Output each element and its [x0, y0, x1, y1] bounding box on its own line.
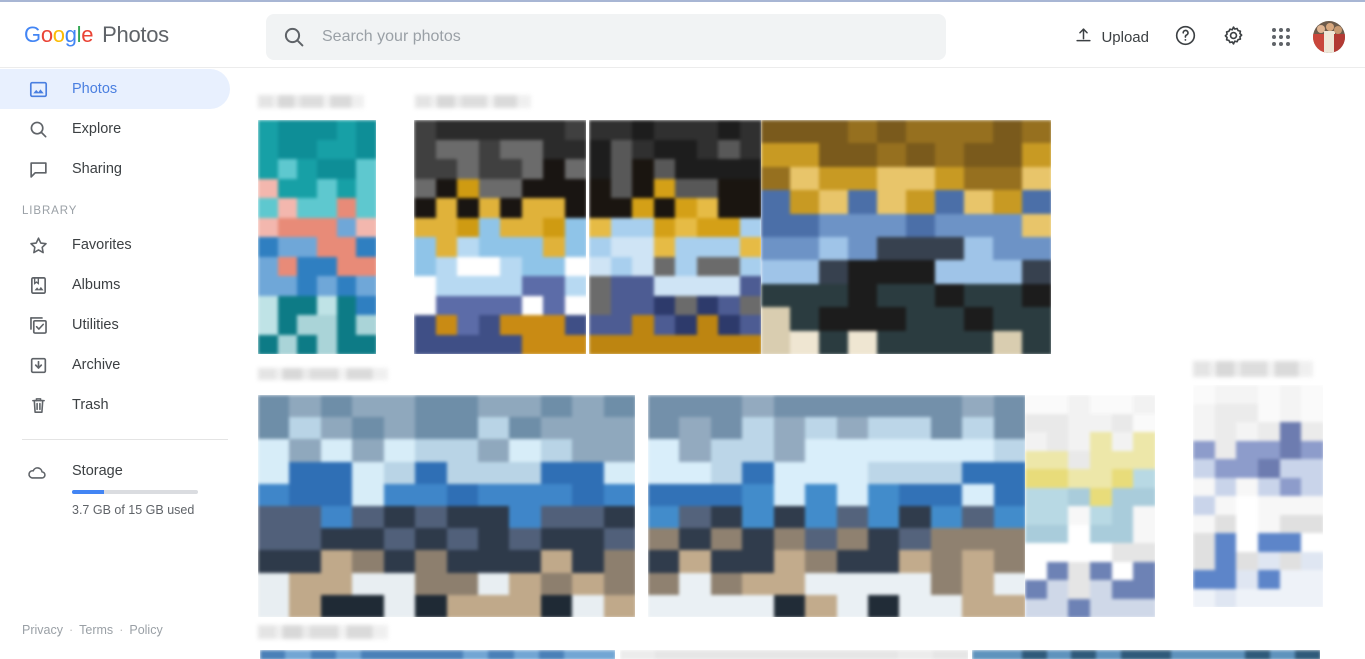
sidebar-footer-links: Privacy · Terms · Policy: [22, 623, 163, 637]
logo-letter-o2: o: [52, 22, 65, 47]
apps-grid-icon: [1272, 28, 1290, 46]
footer-separator-1: ·: [68, 623, 74, 637]
date-header-2: [415, 95, 531, 108]
checkbox-square-icon: [26, 313, 50, 337]
sidebar-item-explore[interactable]: Explore: [0, 109, 230, 149]
storage-usage-text: 3.7 GB of 15 GB used: [72, 503, 195, 517]
photo-thumbnail[interactable]: [1193, 385, 1323, 607]
cloud-icon: [26, 462, 50, 486]
settings-button[interactable]: [1211, 15, 1255, 59]
star-icon: [26, 233, 50, 257]
sidebar-item-label: Explore: [72, 121, 122, 137]
help-button[interactable]: [1163, 15, 1207, 59]
sidebar-item-sharing[interactable]: Sharing: [0, 149, 230, 189]
upload-button-label: Upload: [1101, 28, 1149, 46]
storage-progress-fill: [72, 490, 104, 494]
date-header-3: [1193, 361, 1313, 377]
sidebar-item-label: Archive: [72, 357, 121, 373]
chat-bubble-icon: [26, 157, 50, 181]
terms-link[interactable]: Terms: [79, 623, 113, 637]
sidebar-item-label: Favorites: [72, 237, 132, 253]
sidebar-item-albums[interactable]: Albums: [0, 265, 230, 305]
avatar[interactable]: [1313, 21, 1345, 53]
photo-thumbnail[interactable]: [258, 120, 376, 354]
photo-thumbnail[interactable]: [1025, 395, 1155, 617]
privacy-link[interactable]: Privacy: [22, 623, 63, 637]
sidebar-item-label: Photos: [72, 81, 118, 97]
photo-thumbnail[interactable]: [260, 650, 615, 659]
photo-thumbnail[interactable]: [589, 120, 761, 354]
search-bar[interactable]: [266, 14, 946, 60]
photo-icon: [26, 77, 50, 101]
photo-pixelated-content: [1025, 395, 1155, 617]
photo-pixelated-content: [972, 650, 1320, 659]
header-actions: Upload: [1064, 14, 1345, 60]
photo-pixelated-content: [589, 120, 761, 354]
footer-separator-2: ·: [119, 623, 124, 637]
google-photos-logo: G o o g l e Photos: [24, 22, 169, 48]
logo-letter-g: G: [24, 22, 41, 47]
photo-grid[interactable]: [250, 69, 1365, 659]
archive-box-icon: [26, 353, 50, 377]
photo-thumbnail[interactable]: [648, 395, 1025, 617]
storage-section[interactable]: Storage 3.7 GB of 15 GB used: [0, 462, 250, 517]
sidebar-item-utilities[interactable]: Utilities: [0, 305, 230, 345]
brand-product-name: Photos: [102, 22, 169, 47]
photo-pixelated-content: [1193, 385, 1323, 607]
sidebar-section-library-label: LIBRARY: [22, 205, 78, 217]
search-icon: [26, 117, 50, 141]
photo-thumbnail[interactable]: [972, 650, 1320, 659]
photo-thumbnail[interactable]: [620, 650, 968, 659]
google-apps-button[interactable]: [1259, 15, 1303, 59]
search-input[interactable]: [320, 27, 920, 47]
upload-button[interactable]: Upload: [1064, 17, 1159, 57]
search-icon: [282, 25, 306, 49]
sidebar-item-label: Sharing: [72, 161, 122, 177]
sidebar-item-label: Albums: [72, 277, 121, 293]
logo-letter-o1: o: [40, 22, 53, 47]
date-header-5: [258, 625, 388, 639]
sidebar-item-photos[interactable]: Photos: [0, 69, 230, 109]
date-header-4: [258, 368, 388, 380]
photo-pixelated-content: [620, 650, 968, 659]
sidebar: Photos Explore Sharing LIBRARY Favorites: [0, 69, 250, 659]
album-book-icon: [26, 273, 50, 297]
sidebar-divider: [22, 439, 228, 440]
photo-pixelated-content: [260, 650, 615, 659]
sidebar-item-label: Trash: [72, 397, 109, 413]
avatar-shape-6: [1334, 26, 1342, 34]
photo-pixelated-content: [414, 120, 586, 354]
photo-pixelated-content: [761, 120, 1051, 354]
app-header: G o o g l e Photos Upload: [0, 2, 1365, 68]
help-circle-icon: [1174, 24, 1197, 50]
logo-letter-g2: g: [64, 22, 77, 47]
gear-icon: [1222, 24, 1245, 50]
photo-thumbnail[interactable]: [414, 120, 586, 354]
avatar-shape-3: [1334, 34, 1345, 53]
storage-label: Storage: [72, 463, 123, 479]
photo-pixelated-content: [258, 395, 635, 617]
avatar-shape-4: [1317, 25, 1325, 33]
photo-pixelated-content: [648, 395, 1025, 617]
sidebar-item-archive[interactable]: Archive: [0, 345, 230, 385]
date-header-1: [258, 95, 364, 108]
avatar-shape-5: [1326, 23, 1334, 31]
sidebar-item-favorites[interactable]: Favorites: [0, 225, 230, 265]
photo-pixelated-content: [258, 120, 376, 354]
photo-thumbnail[interactable]: [761, 120, 1051, 354]
photo-thumbnail[interactable]: [258, 395, 635, 617]
sidebar-item-trash[interactable]: Trash: [0, 385, 230, 425]
trash-icon: [26, 393, 50, 417]
storage-progress-bar: [72, 490, 198, 494]
sidebar-item-label: Utilities: [72, 317, 119, 333]
logo-letter-e: e: [81, 22, 94, 47]
upload-icon: [1074, 26, 1093, 49]
policy-link[interactable]: Policy: [129, 623, 162, 637]
